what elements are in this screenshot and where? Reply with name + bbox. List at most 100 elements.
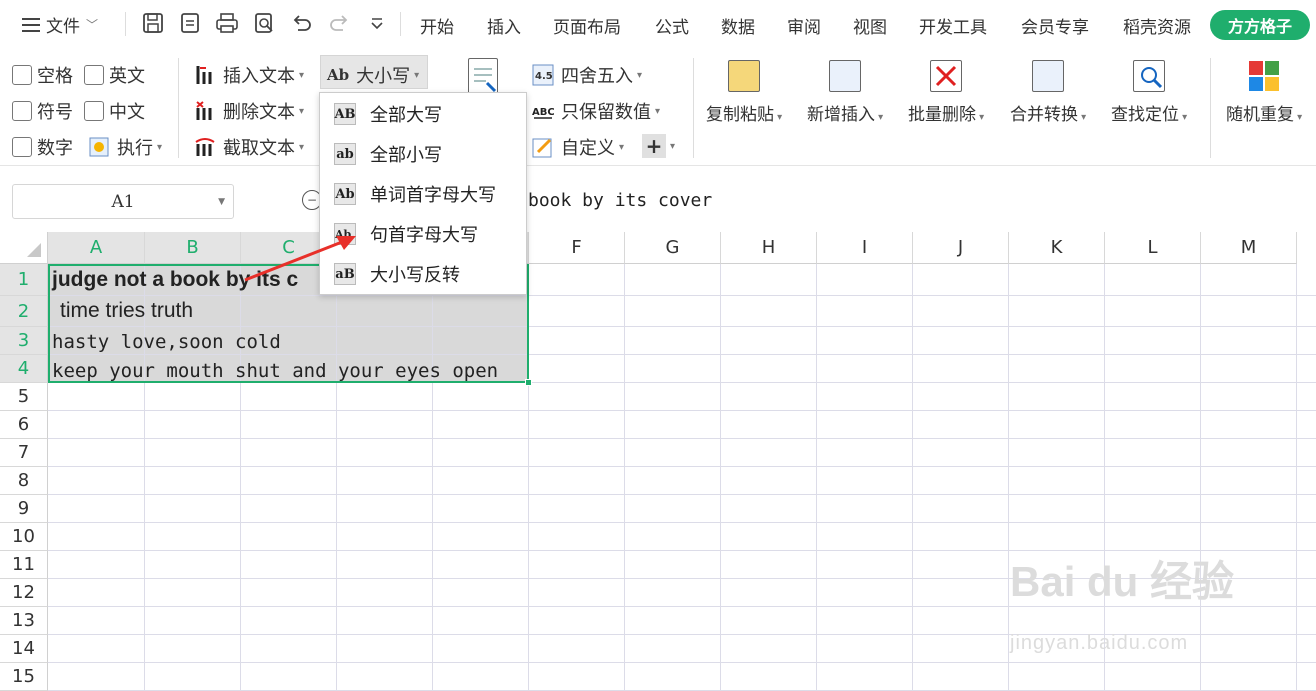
checkbox-box[interactable] xyxy=(12,65,32,85)
tab-page-layout[interactable]: 页面布局 xyxy=(553,13,621,38)
spreadsheet-grid: ABCDEFGHIJKLM 123456789101112131415 judg… xyxy=(0,232,1316,691)
row-header-14[interactable]: 14 xyxy=(0,635,48,663)
caret-icon: ▾ xyxy=(299,69,305,81)
file-menu[interactable]: 文件 ﹀ xyxy=(22,12,98,37)
column-header-m[interactable]: M xyxy=(1201,232,1297,264)
row-header-3[interactable]: 3 xyxy=(0,327,48,355)
caret-icon: ▾ xyxy=(1294,112,1303,123)
merge-convert-button[interactable]: 合并转换 ▾ xyxy=(1010,60,1086,125)
keep-numbers-button[interactable]: ABC 只保留数值 ▾ xyxy=(532,98,660,124)
insert-text-button[interactable]: 插入文本 ▾ xyxy=(194,62,304,88)
custom-button[interactable]: 自定义 ▾ xyxy=(532,134,624,160)
checkbox-symbol[interactable]: 符号 xyxy=(12,98,73,124)
checkbox-chinese[interactable]: 中文 xyxy=(84,98,145,124)
tab-view[interactable]: 视图 xyxy=(853,13,887,38)
batch-delete-button[interactable]: 批量删除 ▾ xyxy=(908,60,984,125)
row-header-7[interactable]: 7 xyxy=(0,439,48,467)
merge-convert-icon xyxy=(1032,60,1065,92)
checkbox-box[interactable] xyxy=(12,137,32,157)
column-header-a[interactable]: A xyxy=(48,232,145,264)
checkbox-space[interactable]: 空格 xyxy=(12,62,73,88)
cell-a1[interactable]: judge not a book by its c xyxy=(52,268,298,292)
tab-insert[interactable]: 插入 xyxy=(487,13,521,38)
row-header-1[interactable]: 1 xyxy=(0,264,48,296)
row-header-5[interactable]: 5 xyxy=(0,383,48,411)
customize-toolbar-icon[interactable] xyxy=(364,10,390,36)
column-header-j[interactable]: J xyxy=(913,232,1009,264)
formula-input[interactable]: book by its cover xyxy=(528,190,712,211)
cell-a4[interactable]: keep your mouth shut and your eyes open xyxy=(52,360,498,382)
tab-fangfang-geizi[interactable]: 方方格子 xyxy=(1210,10,1310,40)
row-header-10[interactable]: 10 xyxy=(0,523,48,551)
undo-icon[interactable] xyxy=(288,10,314,36)
case-button[interactable]: Ab 大小写 ▾ xyxy=(327,62,419,88)
tab-docer-resources[interactable]: 稻壳资源 xyxy=(1123,13,1191,38)
fill-handle[interactable] xyxy=(525,379,532,386)
checkbox-box[interactable] xyxy=(84,65,104,85)
checkbox-number[interactable]: 数字 xyxy=(12,134,73,160)
print-preview-icon[interactable] xyxy=(251,10,277,36)
row-header-8[interactable]: 8 xyxy=(0,467,48,495)
grid-row-line xyxy=(48,410,1316,411)
custom-label: 自定义 xyxy=(561,138,615,159)
row-header-4[interactable]: 4 xyxy=(0,355,48,383)
text-tool-button[interactable] xyxy=(468,58,498,94)
toggle-case-icon: aB xyxy=(334,263,356,285)
checkbox-box[interactable] xyxy=(84,101,104,121)
extract-text-button[interactable]: 截取文本 ▾ xyxy=(194,134,304,160)
tab-member[interactable]: 会员专享 xyxy=(1021,13,1089,38)
row-header-11[interactable]: 11 xyxy=(0,551,48,579)
cell-a2[interactable]: time tries truth xyxy=(60,299,193,323)
insert-text-icon xyxy=(194,64,216,86)
row-header-6[interactable]: 6 xyxy=(0,411,48,439)
menu-item-capitalize-words[interactable]: Ab 单词首字母大写 xyxy=(320,174,526,214)
menu-item-all-uppercase[interactable]: AB 全部大写 xyxy=(320,94,526,134)
chevron-down-icon[interactable]: ▼ xyxy=(218,197,225,207)
grid-column-line xyxy=(720,264,721,690)
case-dropdown-menu: AB 全部大写 ab 全部小写 Ab 单词首字母大写 Ab. 句首字母大写 aB… xyxy=(319,92,527,295)
column-header-k[interactable]: K xyxy=(1009,232,1105,264)
menu-bar: 文件 ﹀ 开始 插入 页面布局 公式 数据 审阅 视图 开发工具 会员专享 稻壳… xyxy=(0,0,1316,48)
random-repeat-button[interactable]: 随机重复 ▾ xyxy=(1226,60,1302,125)
execute-button[interactable]: 执行 ▾ xyxy=(88,134,162,160)
add-insert-button[interactable]: 新增插入 ▾ xyxy=(807,60,883,125)
tab-formulas[interactable]: 公式 xyxy=(655,13,689,38)
export-pdf-icon[interactable] xyxy=(177,10,203,36)
checkbox-english[interactable]: 英文 xyxy=(84,62,145,88)
menu-item-sentence-case[interactable]: Ab. 句首字母大写 xyxy=(320,214,526,254)
caret-icon: ▾ xyxy=(875,112,884,123)
plus-icon: + xyxy=(642,134,666,158)
name-box[interactable]: A1 ▼ xyxy=(12,184,234,219)
tab-review[interactable]: 审阅 xyxy=(787,13,821,38)
row-header-13[interactable]: 13 xyxy=(0,607,48,635)
checkbox-box[interactable] xyxy=(12,101,32,121)
row-header-9[interactable]: 9 xyxy=(0,495,48,523)
save-icon[interactable] xyxy=(140,10,166,36)
find-locate-button[interactable]: 查找定位 ▾ xyxy=(1111,60,1187,125)
row-header-15[interactable]: 15 xyxy=(0,663,48,691)
add-button[interactable]: + ▾ xyxy=(642,134,675,158)
cell-a3[interactable]: hasty love,soon cold xyxy=(52,331,281,353)
row-header-2[interactable]: 2 xyxy=(0,296,48,327)
row-header-12[interactable]: 12 xyxy=(0,579,48,607)
caret-icon: ▾ xyxy=(299,105,305,117)
tab-developer[interactable]: 开发工具 xyxy=(919,13,987,38)
menu-item-all-lowercase[interactable]: ab 全部小写 xyxy=(320,134,526,174)
column-header-b[interactable]: B xyxy=(145,232,241,264)
select-all-corner[interactable] xyxy=(0,232,48,264)
column-header-g[interactable]: G xyxy=(625,232,721,264)
column-header-h[interactable]: H xyxy=(721,232,817,264)
column-header-f[interactable]: F xyxy=(529,232,625,264)
tab-data[interactable]: 数据 xyxy=(721,13,755,38)
grid-row-line xyxy=(48,522,1316,523)
tab-home[interactable]: 开始 xyxy=(420,13,454,38)
redo-icon[interactable] xyxy=(327,10,353,36)
delete-text-button[interactable]: 删除文本 ▾ xyxy=(194,98,304,124)
menu-item-toggle-case[interactable]: aB 大小写反转 xyxy=(320,254,526,294)
copy-paste-button[interactable]: 复制粘贴 ▾ xyxy=(706,60,782,125)
column-header-l[interactable]: L xyxy=(1105,232,1201,264)
column-header-i[interactable]: I xyxy=(817,232,913,264)
divider xyxy=(693,58,694,158)
print-icon[interactable] xyxy=(214,10,240,36)
round-button[interactable]: 4.5 四舍五入 ▾ xyxy=(532,62,642,88)
